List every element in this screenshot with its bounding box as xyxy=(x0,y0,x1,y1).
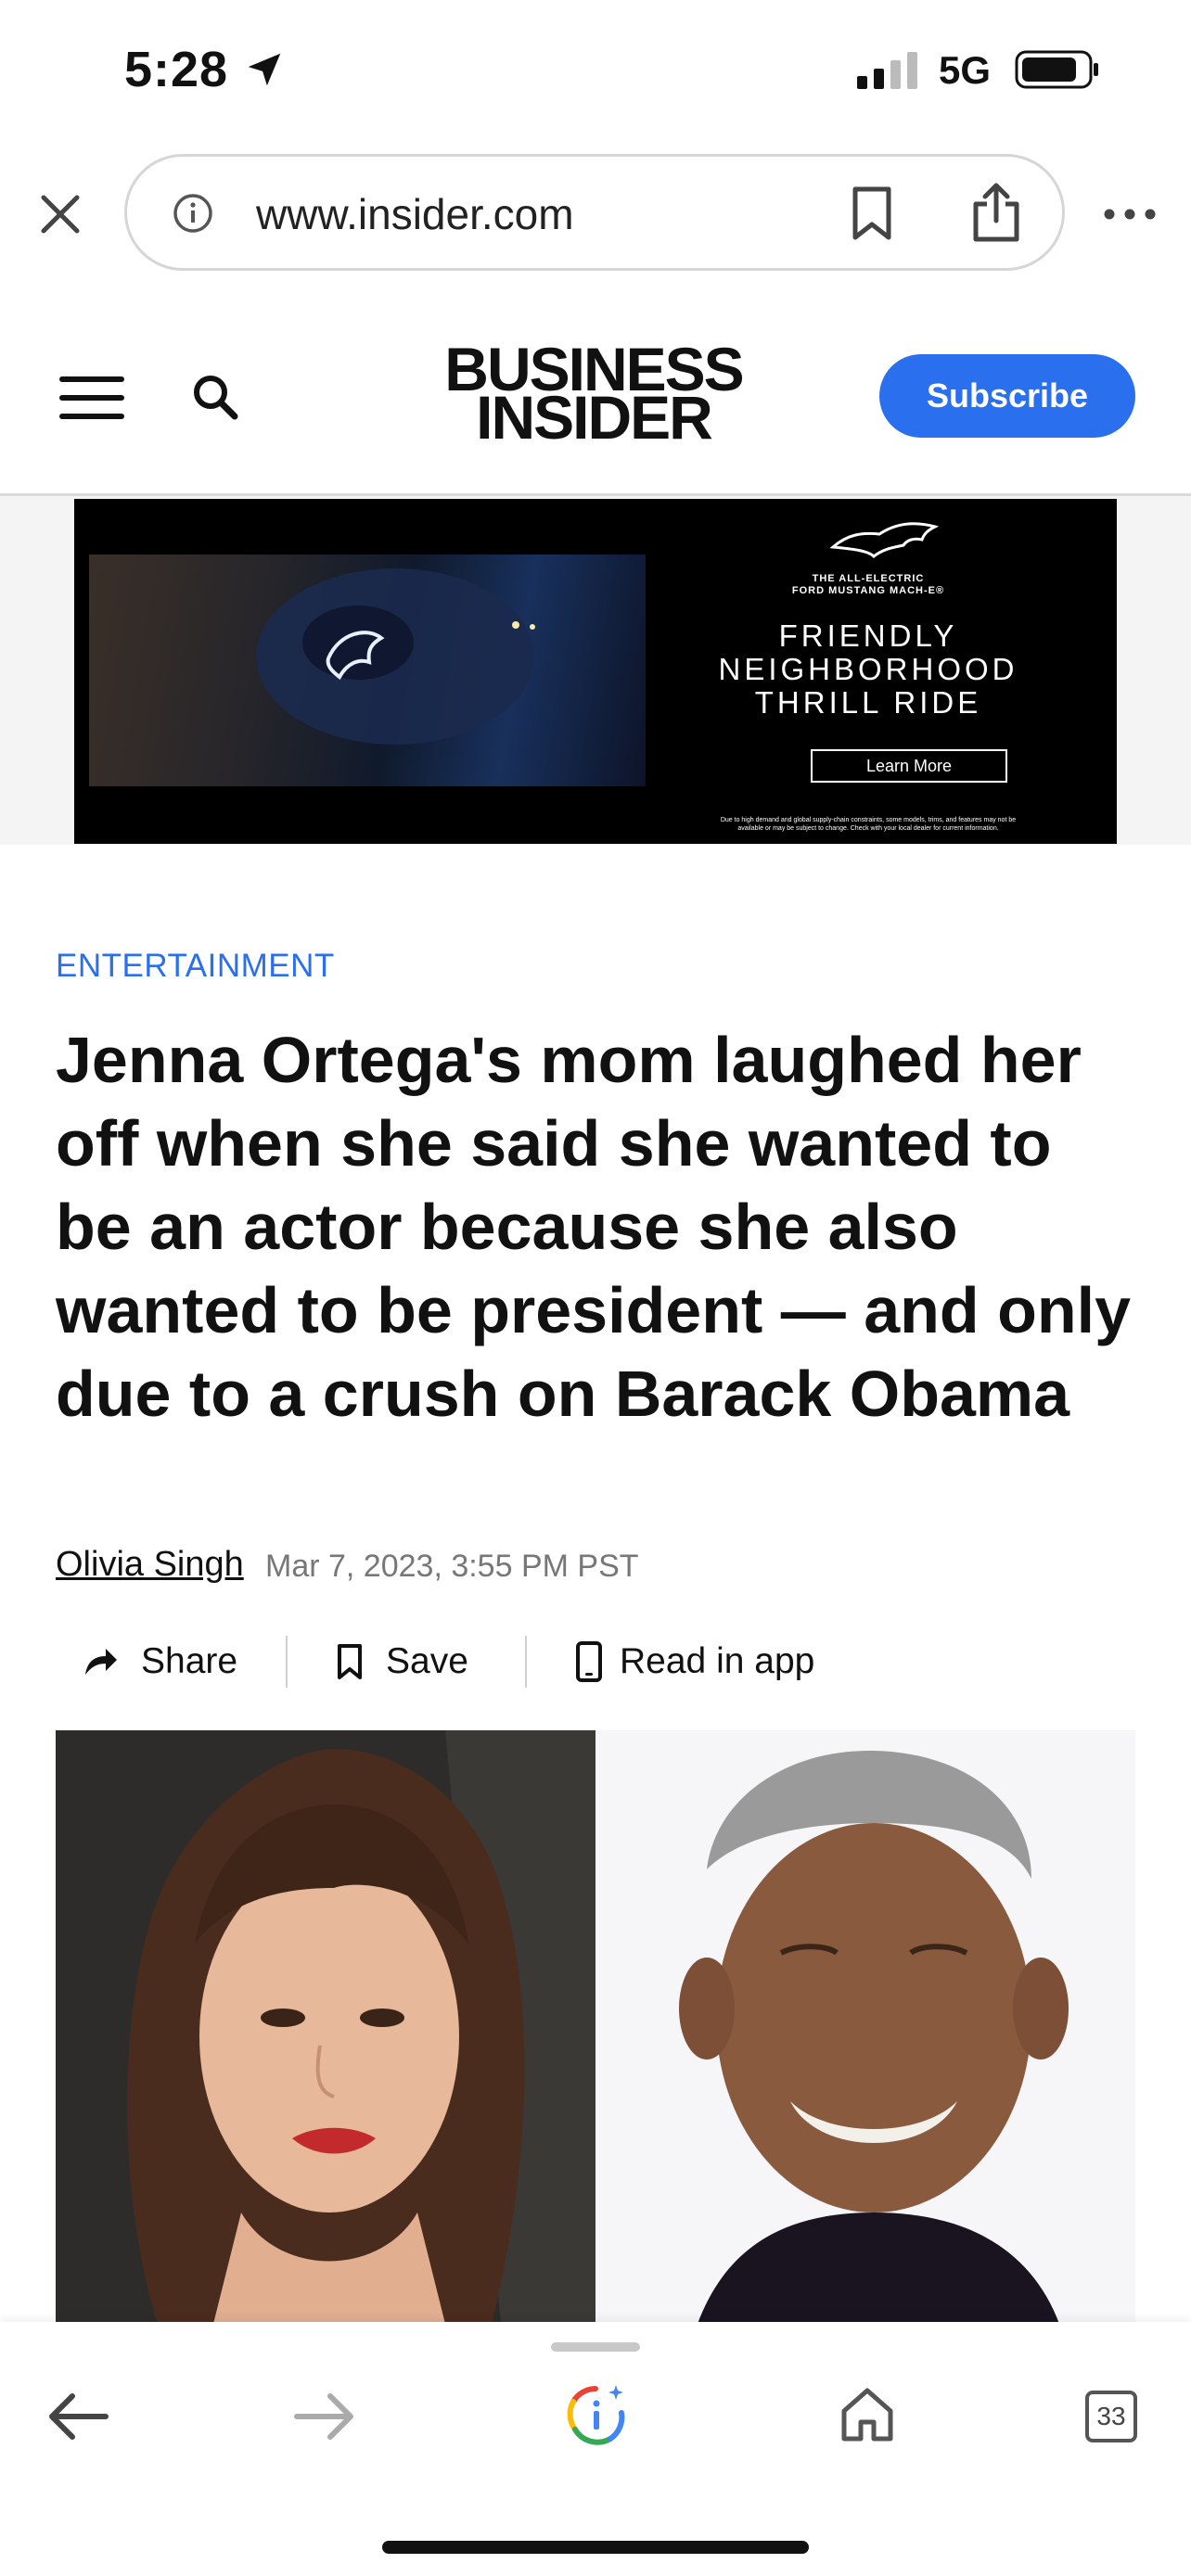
car-headlight-graphic xyxy=(256,568,535,745)
publish-date: Mar 7, 2023, 3:55 PM PST xyxy=(265,1549,639,1584)
action-divider xyxy=(286,1636,288,1688)
ad-learn-more-button[interactable]: Learn More xyxy=(811,749,1007,783)
ad-headline-line-1: FRIENDLY xyxy=(778,618,958,653)
save-label: Save xyxy=(386,1641,468,1681)
close-tab-button[interactable] xyxy=(32,185,89,243)
barack-obama-photo xyxy=(596,1730,1135,2324)
home-indicator[interactable] xyxy=(382,2541,809,2554)
network-type: 5G xyxy=(939,48,992,92)
battery-icon xyxy=(1015,50,1098,89)
back-arrow-icon[interactable] xyxy=(46,2391,109,2442)
tabs-button[interactable]: 33 xyxy=(1085,2391,1137,2442)
ad-tagline: THE ALL-ELECTRIC FORD MUSTANG MACH-E® xyxy=(714,573,1022,597)
business-insider-logo[interactable]: BUSINESS INSIDER xyxy=(436,338,751,452)
search-icon[interactable] xyxy=(191,373,239,421)
info-icon[interactable] xyxy=(173,193,213,234)
share-arrow-icon xyxy=(85,1649,117,1675)
forward-arrow-icon[interactable] xyxy=(293,2391,356,2442)
ad-video-frame xyxy=(89,555,646,786)
portrait-man-illustration xyxy=(596,1730,1135,2324)
tab-count: 33 xyxy=(1096,2402,1126,2430)
share-article-button[interactable]: Share xyxy=(82,1638,237,1686)
read-in-app-button[interactable]: Read in app xyxy=(575,1638,814,1686)
subscribe-button[interactable]: Subscribe xyxy=(879,354,1135,438)
article-category-link[interactable]: ENTERTAINMENT xyxy=(56,948,335,985)
ad-disclaimer: Due to high demand and global supply-cha… xyxy=(720,817,1017,832)
bookmark-outline-icon xyxy=(338,1644,362,1679)
location-arrow-icon xyxy=(248,53,281,86)
share-label: Share xyxy=(141,1641,238,1681)
share-icon[interactable] xyxy=(970,182,1022,243)
ad-tagline-line-2: FORD MUSTANG MACH-E® xyxy=(791,585,945,596)
signal-bars-icon xyxy=(857,52,917,89)
ad-headline-line-3: THRILL RIDE xyxy=(754,685,982,720)
logo-line-2: INSIDER xyxy=(476,383,713,452)
article-headline: Jenna Ortega's mom laughed her off when … xyxy=(56,1024,1131,1430)
mustang-logo-icon xyxy=(829,522,940,559)
status-time: 5:28 xyxy=(124,42,229,97)
url-text[interactable]: www.insider.com xyxy=(256,189,574,239)
toolbar-grabber[interactable] xyxy=(551,2342,640,2352)
ad-headline: FRIENDLY NEIGHBORHOOD THRILL RIDE xyxy=(714,619,1022,720)
ad-tagline-line-1: THE ALL-ELECTRIC xyxy=(812,573,925,584)
author-link[interactable]: Olivia Singh xyxy=(56,1545,244,1585)
ad-headline-line-2: NEIGHBORHOOD xyxy=(718,652,1018,686)
phone-icon xyxy=(576,1641,602,1682)
jenna-ortega-photo xyxy=(56,1730,596,2324)
ad-banner[interactable]: THE ALL-ELECTRIC FORD MUSTANG MACH-E® FR… xyxy=(74,499,1117,844)
save-article-button[interactable]: Save xyxy=(336,1638,468,1686)
google-assistant-icon[interactable] xyxy=(562,2381,631,2450)
article-hero-image[interactable] xyxy=(56,1730,1135,2324)
more-icon[interactable] xyxy=(1100,191,1159,237)
bookmark-icon[interactable] xyxy=(850,185,894,241)
close-icon xyxy=(41,195,80,234)
read-in-app-label: Read in app xyxy=(620,1641,815,1681)
home-icon[interactable] xyxy=(839,2385,896,2442)
portrait-woman-illustration xyxy=(56,1730,596,2324)
hamburger-menu-icon[interactable] xyxy=(59,375,124,421)
action-divider xyxy=(525,1636,527,1688)
